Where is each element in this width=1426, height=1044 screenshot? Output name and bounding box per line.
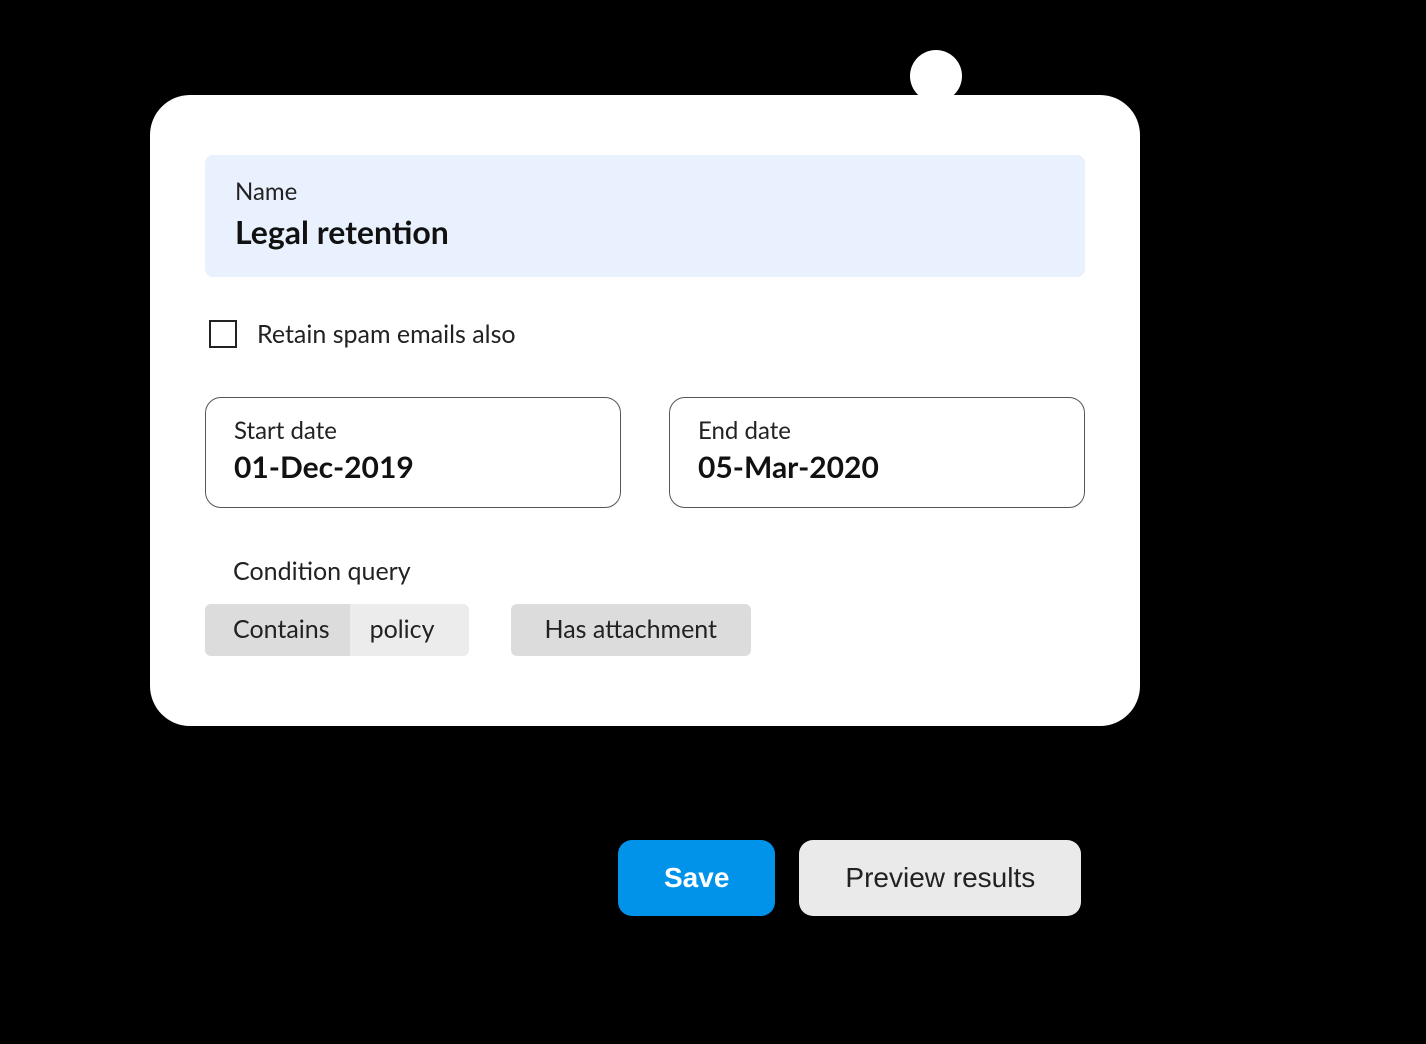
- condition-chips: Contains policy Has attachment: [205, 604, 1085, 656]
- end-date-value: 05-Mar-2020: [698, 449, 1056, 485]
- chip-value: policy: [350, 604, 469, 656]
- button-row: Save Preview results: [618, 840, 1081, 916]
- preview-button[interactable]: Preview results: [799, 840, 1081, 916]
- start-date-field[interactable]: Start date 01-Dec-2019: [205, 397, 621, 508]
- name-field[interactable]: Name Legal retention: [205, 155, 1085, 277]
- condition-section: Condition query Contains policy Has atta…: [205, 556, 1085, 656]
- condition-chip-attachment[interactable]: Has attachment: [511, 604, 752, 656]
- name-label: Name: [235, 177, 1055, 206]
- chip-operator: Contains: [205, 604, 350, 656]
- retain-spam-checkbox[interactable]: [209, 320, 237, 348]
- end-date-label: End date: [698, 416, 1056, 445]
- condition-chip-contains[interactable]: Contains policy: [205, 604, 469, 656]
- save-button[interactable]: Save: [618, 840, 775, 916]
- start-date-label: Start date: [234, 416, 592, 445]
- condition-label: Condition query: [233, 556, 1085, 586]
- retain-spam-label: Retain spam emails also: [257, 319, 516, 349]
- retain-spam-row: Retain spam emails also: [205, 319, 1085, 349]
- start-date-value: 01-Dec-2019: [234, 449, 592, 485]
- name-value: Legal retention: [235, 212, 1055, 251]
- date-row: Start date 01-Dec-2019 End date 05-Mar-2…: [205, 397, 1085, 508]
- form-card: Name Legal retention Retain spam emails …: [150, 95, 1140, 726]
- end-date-field[interactable]: End date 05-Mar-2020: [669, 397, 1085, 508]
